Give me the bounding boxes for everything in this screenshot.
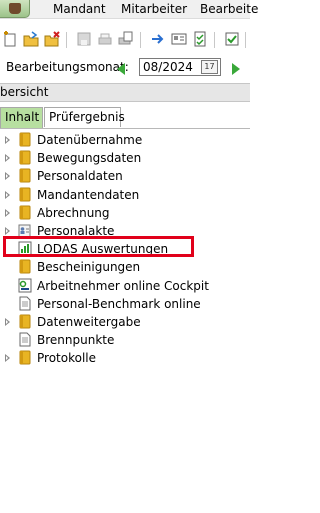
expand-arrow-icon[interactable] (5, 209, 10, 217)
calendar-icon[interactable]: 17 (201, 60, 218, 74)
tree-item-label: Protokolle (37, 351, 96, 365)
expand-arrow-icon[interactable] (5, 227, 10, 235)
tree-item[interactable]: Bescheinigungen (0, 258, 250, 276)
tree-item-label: LODAS Auswertungen (37, 242, 169, 256)
tree-item[interactable]: Bewegungsdaten (0, 149, 250, 167)
folder-icon (18, 150, 32, 165)
toolbar (0, 28, 250, 52)
checkbox-icon[interactable] (224, 31, 240, 47)
folder-icon (18, 350, 32, 365)
delete-icon[interactable] (44, 31, 60, 47)
tab-bar: Inhalt Prüfergebnis (0, 107, 250, 129)
tree-item[interactable]: Mandantendaten (0, 186, 250, 204)
report-chart-icon (18, 241, 32, 256)
expand-arrow-icon[interactable] (5, 154, 10, 162)
tree-item-label: Personalakte (37, 224, 115, 238)
save-icon[interactable] (76, 31, 92, 47)
menu-mitarbeiter[interactable]: Mitarbeiter (121, 1, 187, 17)
tree-item[interactable]: Protokolle (0, 349, 250, 367)
tree-item-label: Bewegungsdaten (37, 151, 142, 165)
checklist-icon[interactable] (192, 31, 208, 47)
document-icon (18, 332, 32, 347)
expand-arrow-icon[interactable] (5, 354, 10, 362)
tree-item[interactable]: Personaldaten (0, 167, 250, 185)
previous-month-arrow-icon[interactable] (117, 63, 125, 75)
tree-item[interactable]: Abrechnung (0, 204, 250, 222)
tree-item-label: Mandantendaten (37, 188, 140, 202)
tree-item-label: Brennpunkte (37, 333, 115, 347)
cockpit-icon (18, 278, 32, 293)
folder-icon (18, 187, 32, 202)
tree-item[interactable]: Brennpunkte (0, 331, 250, 349)
toolbar-separator (140, 32, 141, 48)
tree-item[interactable]: Personal-Benchmark online (0, 295, 250, 313)
open-folder-icon[interactable] (23, 31, 39, 47)
menu-bar: Mandant Mitarbeiter Bearbeite (0, 0, 258, 19)
expand-arrow-icon[interactable] (5, 318, 10, 326)
folder-icon (18, 205, 32, 220)
menu-mandant[interactable]: Mandant (53, 1, 106, 17)
card-icon[interactable] (171, 31, 187, 47)
document-icon (18, 296, 32, 311)
expand-arrow-icon[interactable] (5, 172, 10, 180)
print-icon[interactable] (97, 31, 113, 47)
tree-item[interactable]: LODAS Auswertungen (0, 240, 250, 258)
folder-icon (18, 259, 32, 274)
app-logo-icon[interactable] (0, 0, 30, 18)
tree-item[interactable]: Datenübernahme (0, 131, 250, 149)
tree-item-label: Abrechnung (37, 206, 110, 220)
next-month-arrow-icon[interactable] (232, 63, 240, 75)
month-selector-row: Bearbeitungsmonat: 17 (0, 58, 250, 80)
tab-inhalt[interactable]: Inhalt (0, 107, 43, 128)
panel-title: bersicht (0, 83, 250, 102)
tree-item-label: Datenweitergabe (37, 315, 141, 329)
expand-arrow-icon[interactable] (5, 191, 10, 199)
expand-arrow-icon[interactable] (5, 136, 10, 144)
toolbar-separator (66, 32, 67, 48)
folder-icon (18, 168, 32, 183)
tree-item-label: Bescheinigungen (37, 260, 141, 274)
folder-icon (18, 132, 32, 147)
toolbar-separator (214, 32, 215, 48)
tree-item-label: Arbeitnehmer online Cockpit (37, 279, 209, 293)
tree-item-label: Personal-Benchmark online (37, 297, 201, 311)
month-label: Bearbeitungsmonat: (6, 60, 129, 74)
tree-item[interactable]: Personalakte (0, 222, 250, 240)
print-preview-icon[interactable] (118, 31, 134, 47)
arrow-right-icon[interactable] (150, 31, 166, 47)
toolbar-separator (245, 32, 246, 48)
menu-bearbeiten[interactable]: Bearbeite (200, 1, 258, 17)
tree-item[interactable]: Arbeitnehmer online Cockpit (0, 277, 250, 295)
new-icon[interactable] (2, 31, 18, 47)
tree-item-label: Datenübernahme (37, 133, 143, 147)
tree-item[interactable]: Datenweitergabe (0, 313, 250, 331)
tree-item-label: Personaldaten (37, 169, 123, 183)
folder-icon (18, 314, 32, 329)
personnel-file-icon (18, 223, 32, 238)
tab-pruefergebnis[interactable]: Prüfergebnis (44, 107, 125, 127)
